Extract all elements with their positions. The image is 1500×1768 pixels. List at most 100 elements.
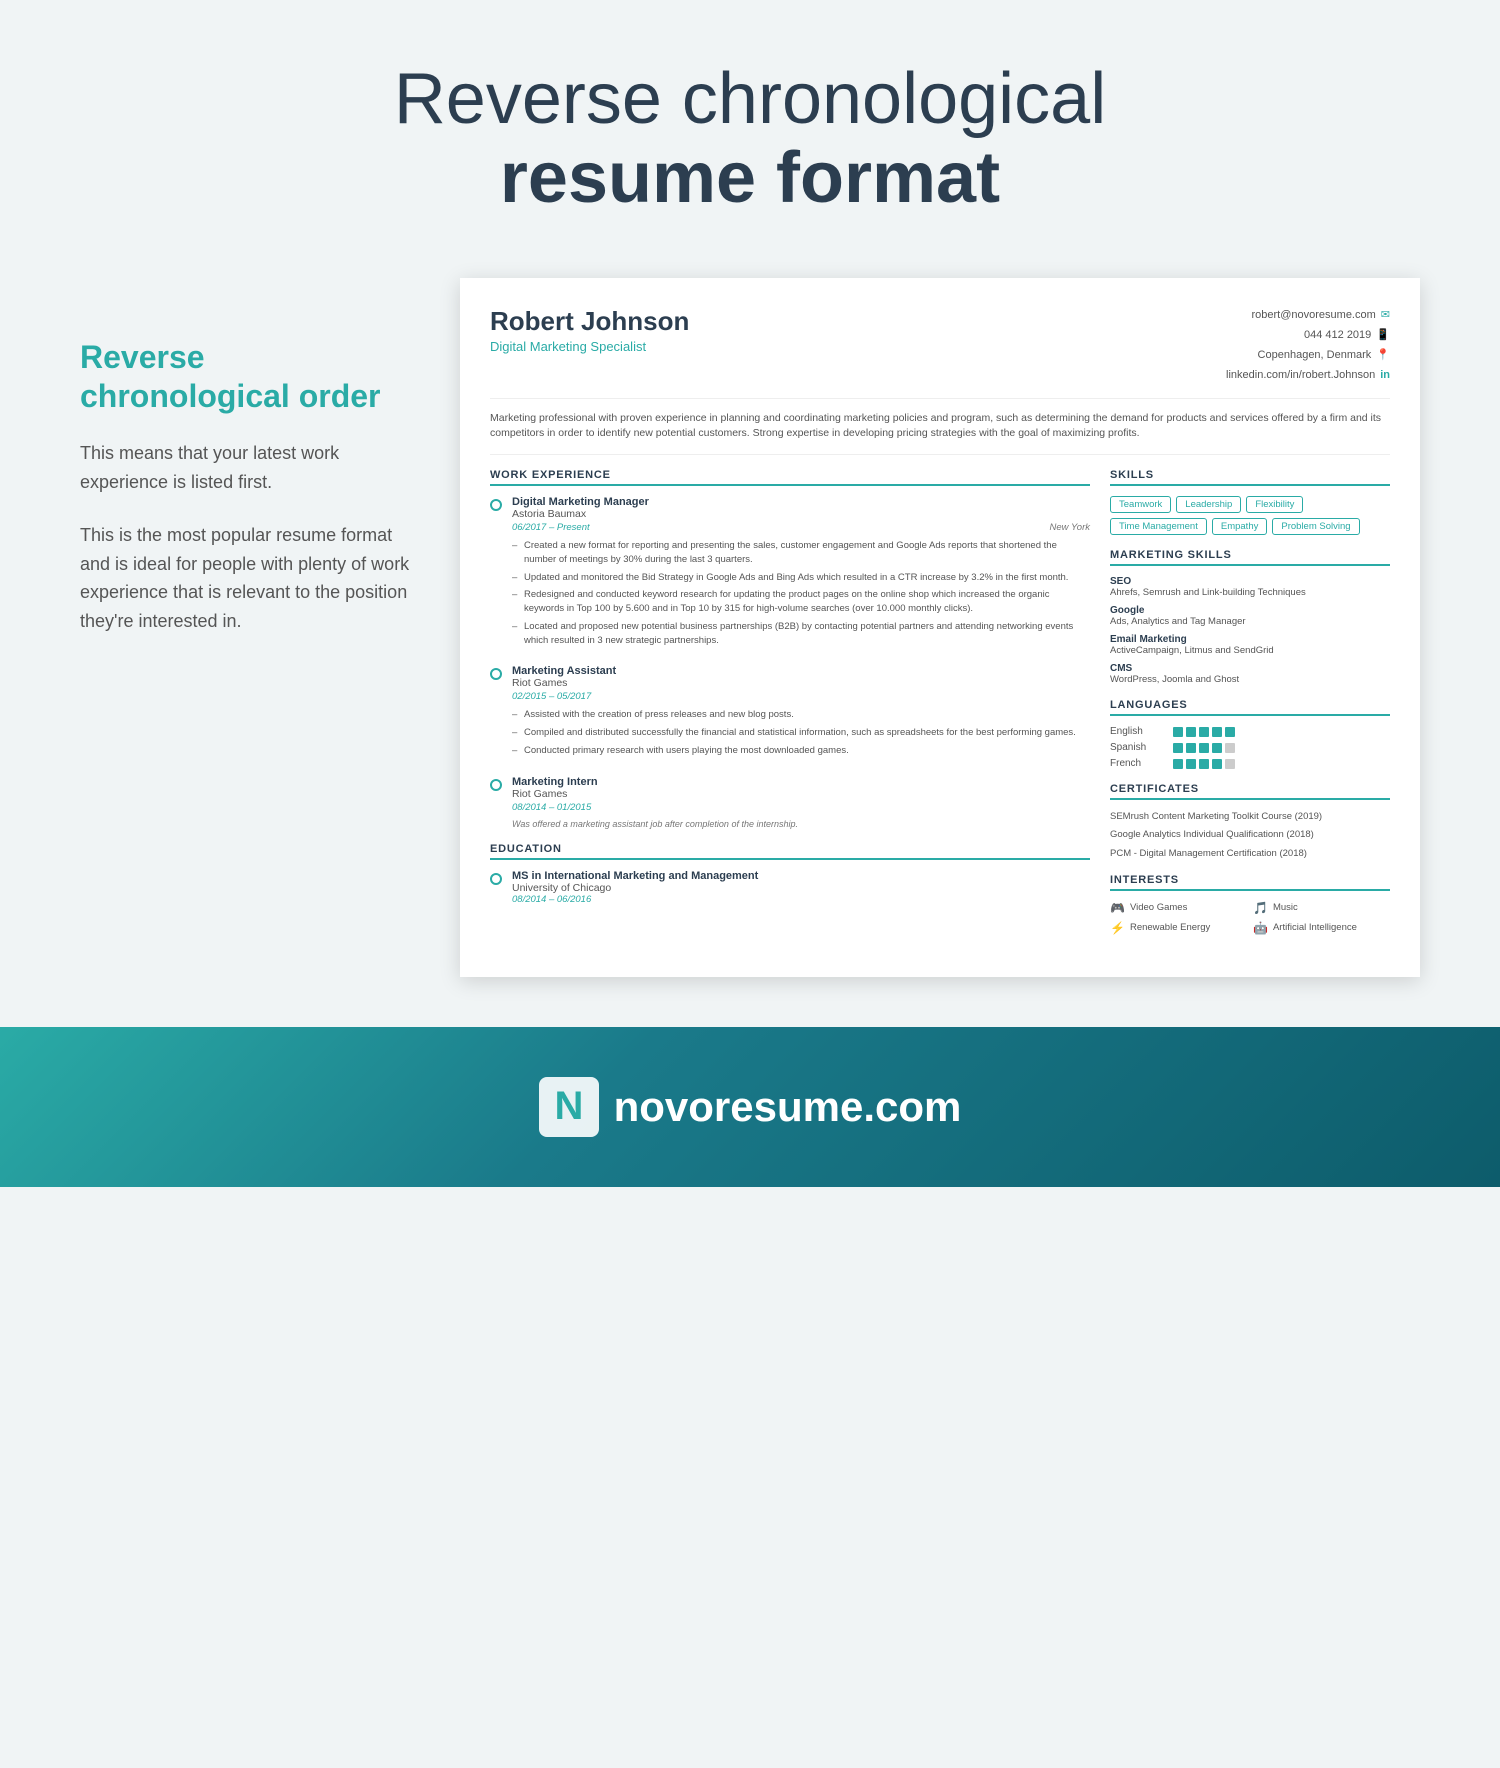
marketing-skills-title: MARKETING SKILLS — [1110, 549, 1390, 566]
contact-location-value: Copenhagen, Denmark — [1258, 346, 1372, 366]
job-content-2: Marketing Assistant Riot Games 02/2015 –… — [512, 665, 1090, 761]
mkt-skill-desc-0: Ahrefs, Semrush and Link-building Techni… — [1110, 587, 1390, 598]
phone-icon: 📱 — [1376, 326, 1390, 346]
lang-dots-0 — [1173, 727, 1235, 737]
job-item-3: Marketing Intern Riot Games 08/2014 – 01… — [490, 776, 1090, 829]
mkt-skill-1: Google Ads, Analytics and Tag Manager — [1110, 605, 1390, 627]
date-range-1: 06/2017 – Present — [512, 522, 590, 533]
cert-2: PCM - Digital Management Certification (… — [1110, 847, 1390, 860]
resume-name-block: Robert Johnson Digital Marketing Special… — [490, 306, 689, 354]
edu-dot-1 — [490, 873, 502, 885]
interest-label-0: Video Games — [1130, 902, 1187, 913]
education-title: EDUCATION — [490, 843, 1090, 860]
interest-label-3: Artificial Intelligence — [1273, 922, 1357, 933]
bullet-2-1: Assisted with the creation of press rele… — [512, 708, 1090, 722]
work-experience-title: WORK EXPERIENCE — [490, 469, 1090, 486]
candidate-name: Robert Johnson — [490, 306, 689, 337]
job-item-2: Marketing Assistant Riot Games 02/2015 –… — [490, 665, 1090, 761]
job-dot-1 — [490, 499, 502, 511]
lang-dot-2-1 — [1173, 759, 1183, 769]
languages-title: LANGUAGES — [1110, 699, 1390, 716]
lang-name-0: English — [1110, 726, 1165, 737]
lang-dot-0-4 — [1212, 727, 1222, 737]
lang-dot-0-3 — [1199, 727, 1209, 737]
mkt-skill-desc-3: WordPress, Joomla and Ghost — [1110, 674, 1390, 685]
job-dates-1: 06/2017 – Present New York — [512, 522, 1090, 533]
mkt-skill-name-0: SEO — [1110, 576, 1390, 587]
skill-tag-2: Flexibility — [1246, 496, 1303, 513]
skill-tag-5: Problem Solving — [1272, 518, 1359, 535]
interest-label-2: Renewable Energy — [1130, 922, 1210, 933]
contact-phone-value: 044 412 2019 — [1304, 326, 1371, 346]
brand-text: novoresume.com — [614, 1083, 962, 1131]
cert-1: Google Analytics Individual Qualificatio… — [1110, 828, 1390, 841]
bullet-2-3: Conducted primary research with users pl… — [512, 744, 1090, 758]
edu-degree-1: MS in International Marketing and Manage… — [512, 870, 758, 882]
skill-tag-4: Empathy — [1212, 518, 1268, 535]
edu-item-1: MS in International Marketing and Manage… — [490, 870, 1090, 905]
date-range-3: 08/2014 – 01/2015 — [512, 802, 591, 813]
page-title: Reverse chronological resume format — [20, 60, 1480, 218]
mkt-skill-name-3: CMS — [1110, 663, 1390, 674]
bullet-1-3: Redesigned and conducted keyword researc… — [512, 588, 1090, 616]
edu-dates-1: 08/2014 – 06/2016 — [512, 894, 758, 905]
contact-email-value: robert@novoresume.com — [1252, 306, 1376, 326]
lang-name-1: Spanish — [1110, 742, 1165, 753]
novo-n-icon: N — [539, 1077, 599, 1137]
job-dot-2 — [490, 668, 502, 680]
resume-right-col: SKILLS Teamwork Leadership Flexibility T… — [1110, 469, 1390, 949]
resume-contact: robert@novoresume.com ✉ 044 412 2019 📱 C… — [1226, 306, 1390, 385]
company-1: Astoria Baumax — [512, 508, 1090, 520]
middle-section: Reverse chronological order This means t… — [0, 258, 1500, 1017]
lang-dot-2-5 — [1225, 759, 1235, 769]
work-experience-section: WORK EXPERIENCE Digital Marketing Manage… — [490, 469, 1090, 829]
lang-item-0: English — [1110, 726, 1390, 737]
left-panel: Reverse chronological order This means t… — [80, 278, 420, 660]
lang-name-2: French — [1110, 758, 1165, 769]
contact-linkedin-value: linkedin.com/in/robert.Johnson — [1226, 366, 1375, 386]
lang-dot-1-2 — [1186, 743, 1196, 753]
company-3: Riot Games — [512, 788, 1090, 800]
lang-dot-1-3 — [1199, 743, 1209, 753]
mkt-skill-name-1: Google — [1110, 605, 1390, 616]
job-title-1: Digital Marketing Manager — [512, 496, 1090, 508]
certificates-title: CERTIFICATES — [1110, 783, 1390, 800]
job-title-3: Marketing Intern — [512, 776, 1090, 788]
contact-email: robert@novoresume.com ✉ — [1226, 306, 1390, 326]
lang-dot-0-2 — [1186, 727, 1196, 737]
candidate-title: Digital Marketing Specialist — [490, 339, 689, 354]
bullet-1-4: Located and proposed new potential busin… — [512, 620, 1090, 648]
job-dot-3 — [490, 779, 502, 791]
lang-dot-1-4 — [1212, 743, 1222, 753]
mkt-skill-desc-2: ActiveCampaign, Litmus and SendGrid — [1110, 645, 1390, 656]
job-content-3: Marketing Intern Riot Games 08/2014 – 01… — [512, 776, 1090, 829]
lang-item-1: Spanish — [1110, 742, 1390, 753]
lang-dot-1-1 — [1173, 743, 1183, 753]
top-section: Reverse chronological resume format — [0, 0, 1500, 258]
cert-0: SEMrush Content Marketing Toolkit Course… — [1110, 810, 1390, 823]
bullet-1-2: Updated and monitored the Bid Strategy i… — [512, 571, 1090, 585]
resume-body: WORK EXPERIENCE Digital Marketing Manage… — [490, 469, 1390, 949]
job-location-1: New York — [1050, 522, 1090, 533]
skill-tag-0: Teamwork — [1110, 496, 1171, 513]
company-2: Riot Games — [512, 677, 1090, 689]
bullet-2-2: Compiled and distributed successfully th… — [512, 726, 1090, 740]
skill-tags-container: Teamwork Leadership Flexibility Time Man… — [1110, 496, 1390, 535]
lang-dot-2-2 — [1186, 759, 1196, 769]
interest-icon-1: 🎵 — [1253, 901, 1268, 915]
skills-title: SKILLS — [1110, 469, 1390, 486]
lang-dots-2 — [1173, 759, 1235, 769]
lang-dot-0-5 — [1225, 727, 1235, 737]
bottom-banner: N novoresume.com — [0, 1027, 1500, 1187]
certificates-section: CERTIFICATES SEMrush Content Marketing T… — [1110, 783, 1390, 860]
job-item-1: Digital Marketing Manager Astoria Baumax… — [490, 496, 1090, 651]
left-para-1: This means that your latest work experie… — [80, 439, 420, 497]
contact-phone: 044 412 2019 📱 — [1226, 326, 1390, 346]
reverse-chron-heading: Reverse chronological order — [80, 338, 420, 415]
job-title-2: Marketing Assistant — [512, 665, 1090, 677]
edu-content-1: MS in International Marketing and Manage… — [512, 870, 758, 905]
lang-dot-0-1 — [1173, 727, 1183, 737]
interest-1: 🎵 Music — [1253, 901, 1390, 915]
lang-dot-2-3 — [1199, 759, 1209, 769]
edu-school-1: University of Chicago — [512, 882, 758, 894]
